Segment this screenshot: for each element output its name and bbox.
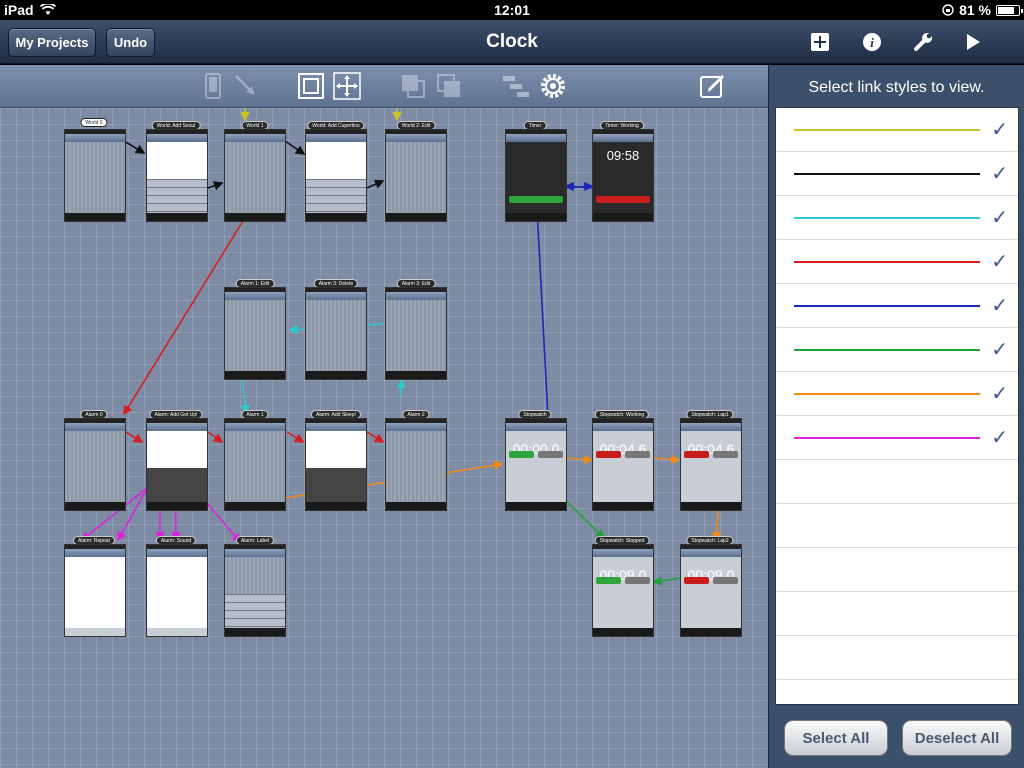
panel-title: Select link styles to view.: [808, 79, 985, 96]
rotation-lock-icon: [942, 4, 954, 16]
screen-thumbnail[interactable]: [224, 544, 286, 637]
link-color-swatch: [794, 129, 980, 131]
empty-row: [776, 504, 1018, 548]
link-style-row[interactable]: ✓: [776, 284, 1018, 328]
screen-thumbnail[interactable]: 09:58: [592, 129, 654, 222]
edit-icon[interactable]: [698, 71, 728, 101]
screen-label: World 0: [80, 118, 108, 127]
checkmark-icon: ✓: [991, 163, 1008, 185]
link-style-row[interactable]: ✓: [776, 240, 1018, 284]
bring-front-icon[interactable]: [398, 71, 428, 101]
screen-thumbnail[interactable]: [64, 129, 126, 222]
device-icon[interactable]: [198, 71, 228, 101]
info-icon[interactable]: i: [857, 28, 887, 56]
screen-thumbnail[interactable]: [505, 129, 567, 222]
screen-thumbnail[interactable]: [305, 418, 367, 511]
timer-readout: 09:58: [606, 148, 640, 163]
editor-toolbar: [0, 65, 768, 108]
screen-thumbnail[interactable]: [64, 544, 126, 637]
link-tool-icon[interactable]: [231, 71, 261, 101]
link-style-row[interactable]: ✓: [776, 152, 1018, 196]
screen-thumbnail[interactable]: [305, 287, 367, 380]
link-style-row[interactable]: ✓: [776, 372, 1018, 416]
yellow-links: [240, 108, 402, 122]
link-style-list: ✓ ✓ ✓ ✓ ✓ ✓ ✓ ✓: [775, 107, 1019, 705]
link-styles-panel: Select link styles to view. ✓ ✓ ✓ ✓ ✓ ✓ ✓ ✓ Sel…: [768, 65, 1024, 768]
svg-text:i: i: [870, 35, 874, 50]
fit-icon[interactable]: [296, 71, 326, 101]
checkmark-icon: ✓: [991, 119, 1008, 141]
screen-thumbnail[interactable]: [224, 129, 286, 222]
empty-row: [776, 592, 1018, 636]
hierarchy-icon[interactable]: [501, 71, 531, 101]
checkmark-icon: ✓: [991, 295, 1008, 317]
checkmark-icon: ✓: [991, 339, 1008, 361]
link-color-swatch: [794, 437, 980, 439]
screen-thumbnail[interactable]: [146, 129, 208, 222]
checkmark-icon: ✓: [991, 383, 1008, 405]
select-all-button[interactable]: Select All: [784, 720, 888, 756]
screen-thumbnail[interactable]: 00:09.0: [592, 544, 654, 637]
link-style-row[interactable]: ✓: [776, 416, 1018, 460]
link-color-swatch: [794, 217, 980, 219]
navigation-bar: My Projects Undo Clock i: [0, 20, 1024, 64]
undo-button[interactable]: Undo: [106, 28, 155, 57]
empty-row: [776, 460, 1018, 504]
status-bar: iPad 12:01 81 %: [0, 0, 1024, 20]
screen-thumbnail[interactable]: [224, 287, 286, 380]
screen-thumbnail[interactable]: [305, 129, 367, 222]
checkmark-icon: ✓: [991, 251, 1008, 273]
battery-icon: [996, 4, 1023, 16]
link-style-row[interactable]: ✓: [776, 196, 1018, 240]
status-time: 12:01: [494, 2, 530, 18]
battery-percent: 81 %: [959, 2, 991, 18]
link-color-swatch: [794, 349, 980, 351]
settings-icon[interactable]: [538, 71, 568, 101]
checkmark-icon: ✓: [991, 207, 1008, 229]
screen-thumbnail[interactable]: [64, 418, 126, 511]
screen-thumbnail[interactable]: 00:04.6: [680, 418, 742, 511]
play-icon[interactable]: [958, 28, 988, 56]
link-color-swatch: [794, 173, 980, 175]
send-back-icon[interactable]: [434, 71, 464, 101]
storyboard-canvas[interactable]: World 0 World: Add Seoul World 1 World: …: [0, 108, 768, 768]
checkmark-icon: ✓: [991, 427, 1008, 449]
screen-thumbnail[interactable]: [146, 544, 208, 637]
deselect-all-button[interactable]: Deselect All: [902, 720, 1012, 756]
screen-thumbnail[interactable]: [385, 418, 447, 511]
link-color-swatch: [794, 261, 980, 263]
link-color-swatch: [794, 393, 980, 395]
screen-thumbnail[interactable]: [385, 129, 447, 222]
my-projects-button[interactable]: My Projects: [8, 28, 96, 57]
screen-thumbnail[interactable]: 00:04.6: [592, 418, 654, 511]
empty-row: [776, 548, 1018, 592]
wrench-icon[interactable]: [908, 28, 938, 56]
screen-thumbnail[interactable]: [224, 418, 286, 511]
screen-thumbnail[interactable]: 00:09.0: [680, 544, 742, 637]
screen-thumbnail[interactable]: 00:00.0: [505, 418, 567, 511]
empty-row: [776, 636, 1018, 680]
link-style-row[interactable]: ✓: [776, 328, 1018, 372]
add-icon[interactable]: [805, 28, 835, 56]
move-icon[interactable]: [332, 71, 362, 101]
link-style-row[interactable]: ✓: [776, 108, 1018, 152]
screen-thumbnail[interactable]: [385, 287, 447, 380]
link-color-swatch: [794, 305, 980, 307]
screen-thumbnail[interactable]: [146, 418, 208, 511]
